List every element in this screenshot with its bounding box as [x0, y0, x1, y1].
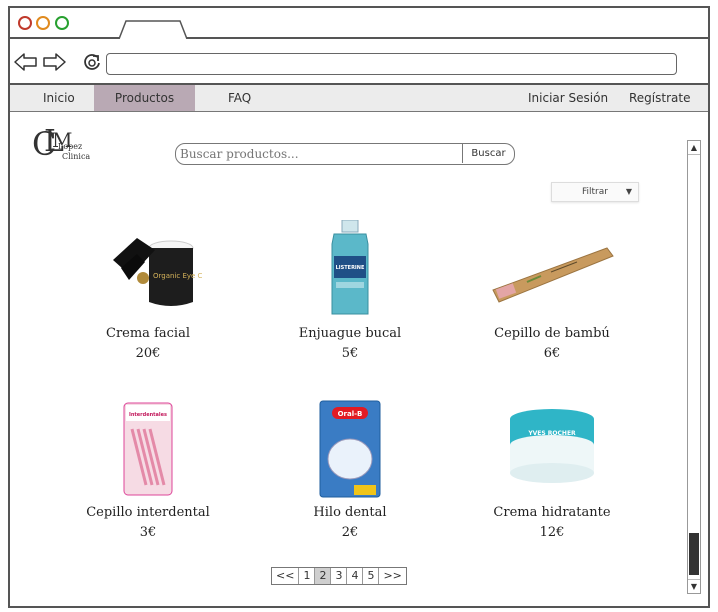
- browser-toolbar: [10, 39, 708, 85]
- product-card[interactable]: Interdentales Cepillo interdental 3€: [68, 399, 228, 541]
- product-image: Interdentales: [118, 399, 178, 499]
- menu-item-register[interactable]: Regístrate: [621, 85, 698, 111]
- product-price: 6€: [543, 346, 561, 361]
- product-label-text: Oral-B: [338, 410, 363, 418]
- pagination-page-2[interactable]: 2: [315, 568, 332, 584]
- product-price: 5€: [341, 346, 359, 361]
- pagination-last-button[interactable]: >>: [379, 568, 406, 584]
- logo-word-clinica: Clinica: [62, 152, 91, 161]
- address-bar[interactable]: [106, 53, 677, 75]
- product-price: 3€: [139, 525, 157, 540]
- product-name: Enjuague bucal: [298, 326, 402, 341]
- scroll-up-arrow-icon[interactable]: ▲: [688, 141, 700, 155]
- product-card[interactable]: LISTERINE Enjuague bucal 5€: [270, 219, 430, 362]
- browser-window: Inicio Productos FAQ Iniciar Sesión Regí…: [8, 6, 710, 608]
- pagination-page-5[interactable]: 5: [363, 568, 380, 584]
- product-card[interactable]: YVES ROCHER Crema hidratante 12€: [472, 399, 632, 541]
- product-label-text: Organic Eye Cream: [153, 272, 203, 280]
- menu-item-faq[interactable]: FAQ: [220, 85, 259, 111]
- menu-item-login[interactable]: Iniciar Sesión: [520, 85, 616, 111]
- browser-tab[interactable]: [118, 20, 188, 39]
- product-image: Organic Eye Cream: [93, 220, 221, 320]
- search-button[interactable]: Buscar: [462, 144, 514, 163]
- product-image: LISTERINE: [320, 219, 380, 320]
- scroll-thumb[interactable]: [689, 533, 699, 575]
- product-label-text: LISTERINE: [336, 265, 365, 271]
- chevron-down-icon: ▼: [625, 187, 632, 196]
- product-name: Hilo dental: [313, 505, 387, 520]
- product-search: Buscar: [175, 143, 515, 165]
- product-price: 12€: [539, 525, 565, 540]
- pagination-page-3[interactable]: 3: [331, 568, 348, 584]
- back-arrow-icon[interactable]: [14, 53, 38, 71]
- filter-label: Filtrar: [582, 187, 608, 197]
- product-image: YVES ROCHER: [507, 399, 597, 499]
- maximize-window-button[interactable]: [55, 16, 69, 30]
- site-menu-bar: Inicio Productos FAQ Iniciar Sesión Regí…: [10, 85, 708, 112]
- scroll-down-arrow-icon[interactable]: ▼: [688, 579, 700, 593]
- pagination-page-4[interactable]: 4: [347, 568, 364, 584]
- minimize-window-button[interactable]: [36, 16, 50, 30]
- pagination-first-button[interactable]: <<: [272, 568, 300, 584]
- pagination-page-1[interactable]: 1: [299, 568, 316, 584]
- title-bar: [10, 8, 708, 39]
- product-card[interactable]: Oral-B Hilo dental 2€: [270, 399, 430, 541]
- main-content: C L M Lopez Clinica Buscar Filtrar ▼: [10, 112, 708, 606]
- clinic-logo[interactable]: C L M Lopez Clinica: [32, 126, 91, 162]
- forward-arrow-icon[interactable]: [42, 53, 66, 71]
- product-price: 2€: [341, 525, 359, 540]
- reload-icon[interactable]: [82, 52, 102, 72]
- product-price: 20€: [135, 346, 161, 361]
- product-name: Crema hidratante: [493, 505, 611, 520]
- close-window-button[interactable]: [18, 16, 32, 30]
- vertical-scrollbar[interactable]: ▲ ▼: [687, 140, 701, 594]
- product-name: Crema facial: [106, 326, 190, 341]
- product-image: [487, 220, 617, 320]
- product-card[interactable]: Organic Eye Cream Crema facial 20€: [68, 220, 228, 362]
- product-image: Oral-B: [318, 399, 382, 499]
- product-label-text: Interdentales: [129, 412, 167, 418]
- product-card[interactable]: Cepillo de bambú 6€: [472, 220, 632, 362]
- product-label-text: YVES ROCHER: [527, 430, 576, 437]
- product-name: Cepillo interdental: [86, 505, 210, 520]
- logo-word-lopez: Lopez: [58, 142, 83, 151]
- pagination: << 1 2 3 4 5 >>: [271, 567, 407, 585]
- product-name: Cepillo de bambú: [494, 326, 610, 341]
- search-input[interactable]: [176, 144, 462, 163]
- filter-dropdown[interactable]: Filtrar ▼: [551, 182, 639, 202]
- menu-item-productos[interactable]: Productos: [94, 85, 195, 111]
- menu-item-inicio[interactable]: Inicio: [35, 85, 83, 111]
